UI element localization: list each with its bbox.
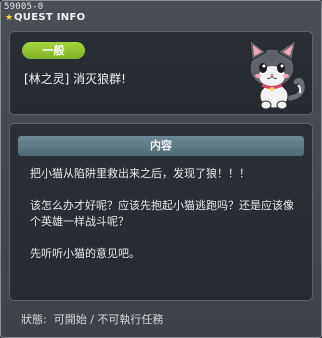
category-badge: 一般 — [22, 42, 85, 59]
status-label: 狀態: — [21, 313, 47, 326]
star-icon: ★ — [5, 13, 14, 23]
content-header: 内容 — [18, 136, 304, 156]
window-title: QUEST INFO — [14, 12, 86, 23]
description-line: 该怎么办才好呢？应该先抱起小猫逃跑吗？还是应该像个英雄一样战斗呢？ — [30, 199, 294, 228]
quest-id: 59005-0 — [4, 2, 44, 12]
quest-name: [林之灵] 消灭狼群! — [24, 72, 126, 86]
quest-info-window: 59005-0 ★ QUEST INFO 一般 [林之灵] 消灭狼群! 内容 把… — [0, 0, 322, 338]
description-line: 先听听小猫的意见吧。 — [30, 247, 140, 260]
quest-status: 狀態: 可開始 / 不可執行任務 — [21, 311, 163, 327]
quest-summary-panel: 一般 [林之灵] 消灭狼群! — [9, 31, 313, 115]
description-line: 把小猫从陷阱里救出来之后，发现了狼！！！ — [30, 167, 250, 180]
status-value: 可開始 / 不可執行任務 — [53, 313, 164, 326]
quest-content-panel: 内容 把小猫从陷阱里救出来之后，发现了狼！！！ 该怎么办才好呢？应该先抱起小猫逃… — [9, 123, 313, 301]
title-bar[interactable]: ★ QUEST INFO — [2, 12, 320, 28]
quest-description: 把小猫从陷阱里救出来之后，发现了狼！！！ 该怎么办才好呢？应该先抱起小猫逃跑吗？… — [30, 166, 302, 278]
cat-portrait-icon — [249, 38, 305, 110]
